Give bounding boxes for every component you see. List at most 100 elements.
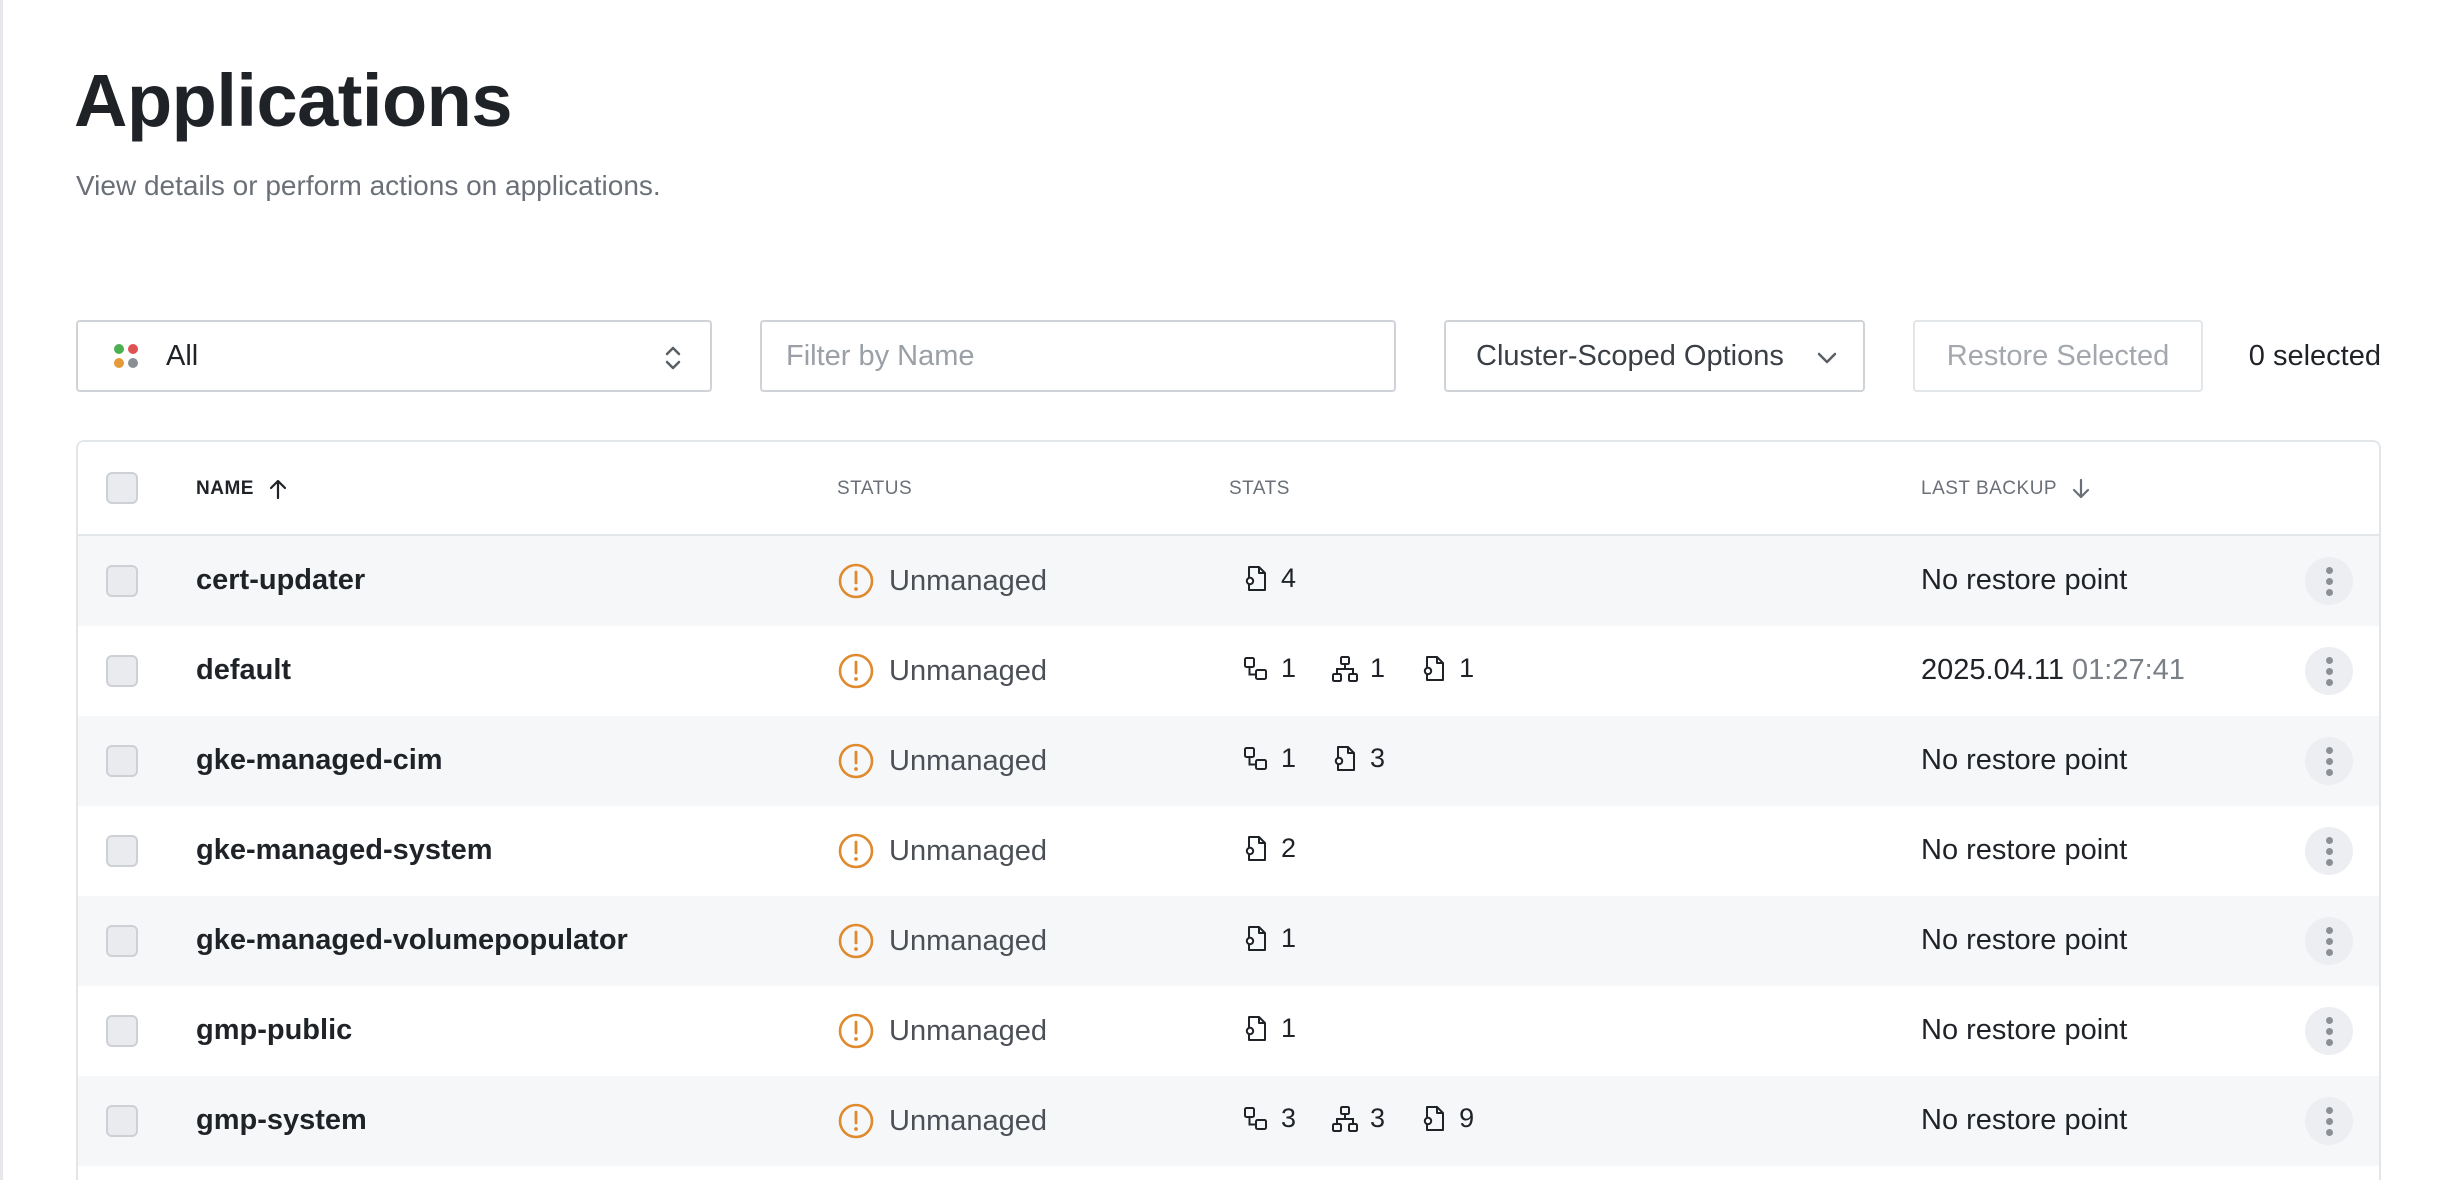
applications-page: Applications View details or perform act… [0, 0, 2450, 1180]
table-row[interactable]: cert-updater Unmanaged 4 No restore point [78, 536, 2379, 626]
stat-count: 1 [1281, 743, 1297, 773]
table-row[interactable]: gke-managed-cim Unmanaged 1 3 No restore poi… [78, 716, 2379, 806]
status-label: Unmanaged [889, 654, 1047, 687]
stat-item: 1 [1330, 653, 1385, 684]
warning-icon [838, 1103, 874, 1139]
stat-count: 3 [1370, 743, 1386, 773]
stat-count: 1 [1281, 653, 1297, 683]
column-header-stats: STATS [1229, 478, 1290, 500]
stat-count: 1 [1459, 653, 1475, 683]
stat-item: 3 [1330, 1103, 1385, 1134]
status-filter-select[interactable]: All [76, 320, 712, 392]
stat-item: 9 [1419, 1103, 1474, 1134]
applications-table: NAME STATUS STATS LAST BACKUP cert-updat… [76, 440, 2381, 1180]
table-row[interactable]: gke-managed-volumepopulator Unmanaged 1 No … [78, 896, 2379, 986]
stats-cell: 4 [1241, 563, 1330, 594]
cluster-scoped-options-button[interactable]: Cluster-Scoped Options [1444, 320, 1865, 392]
status-label: Unmanaged [889, 834, 1047, 867]
stat-item: 1 [1241, 923, 1296, 954]
table-row[interactable]: gmp-system Unmanaged 3 3 9 No restore point [78, 1076, 2379, 1166]
row-actions-kebab-icon[interactable] [2305, 557, 2353, 605]
status-label: Unmanaged [889, 924, 1047, 957]
row-checkbox[interactable] [106, 655, 138, 687]
application-name[interactable]: cert-updater [196, 564, 365, 597]
last-backup-cell: No restore point [1921, 834, 2127, 867]
row-checkbox[interactable] [106, 835, 138, 867]
stat-count: 3 [1370, 1103, 1386, 1133]
config-file-icon [1245, 925, 1266, 951]
stats-cell: 13 [1241, 743, 1419, 774]
stat-item: 1 [1241, 653, 1296, 684]
row-actions-kebab-icon[interactable] [2305, 737, 2353, 785]
sort-ascending-icon [269, 479, 287, 500]
toolbar: All Cluster-Scoped Options Restore Selec… [76, 320, 2381, 392]
row-checkbox[interactable] [106, 565, 138, 597]
last-backup-cell: No restore point [1921, 744, 2127, 777]
row-actions-kebab-icon[interactable] [2305, 1097, 2353, 1145]
config-file-icon [1245, 565, 1266, 591]
stat-count: 3 [1281, 1103, 1297, 1133]
column-header-last-backup[interactable]: LAST BACKUP [1921, 478, 2091, 500]
status-cell: Unmanaged [837, 652, 1047, 690]
column-header-last-backup-label: LAST BACKUP [1921, 478, 2058, 499]
status-label: Unmanaged [889, 1104, 1047, 1137]
warning-icon [838, 923, 874, 959]
last-backup-date: No restore point [1921, 924, 2128, 956]
stat-item: 1 [1241, 1013, 1296, 1044]
updown-caret-icon [665, 346, 681, 370]
stat-item: 2 [1241, 833, 1296, 864]
last-backup-date: No restore point [1921, 744, 2128, 776]
stat-count: 9 [1459, 1103, 1475, 1133]
last-backup-cell: No restore point [1921, 1014, 2127, 1047]
stat-item: 4 [1241, 563, 1296, 594]
row-actions-kebab-icon[interactable] [2305, 917, 2353, 965]
stat-item: 1 [1419, 653, 1474, 684]
last-backup-cell: 2025.04.11 01:27:41 [1921, 654, 2185, 687]
row-actions-kebab-icon[interactable] [2305, 827, 2353, 875]
config-file-icon [1423, 1105, 1445, 1131]
last-backup-date: No restore point [1921, 1104, 2128, 1136]
last-backup-cell: No restore point [1921, 1104, 2127, 1137]
row-checkbox[interactable] [106, 1105, 138, 1137]
application-name[interactable]: default [196, 654, 291, 687]
name-filter-input[interactable] [760, 320, 1396, 392]
status-cell: Unmanaged [837, 742, 1047, 780]
stat-item: 3 [1330, 743, 1385, 774]
warning-icon [838, 563, 874, 599]
application-name[interactable]: gke-managed-volumepopulator [196, 924, 628, 957]
row-checkbox[interactable] [106, 1015, 138, 1047]
restore-selected-button[interactable]: Restore Selected [1913, 320, 2203, 392]
warning-icon [838, 1013, 874, 1049]
status-dots-icon [108, 338, 144, 374]
workload-icon [1244, 746, 1267, 770]
stat-count: 1 [1370, 653, 1386, 683]
status-filter-value: All [166, 339, 199, 372]
status-cell: Unmanaged [837, 922, 1047, 960]
row-checkbox[interactable] [106, 745, 138, 777]
application-name[interactable]: gke-managed-system [196, 834, 493, 867]
stats-cell: 1 [1241, 1013, 1330, 1044]
row-actions-kebab-icon[interactable] [2305, 1007, 2353, 1055]
application-name[interactable]: gmp-system [196, 1104, 367, 1137]
table-row[interactable]: gke-managed-system Unmanaged 2 No restore p… [78, 806, 2379, 896]
column-header-status: STATUS [837, 478, 912, 500]
network-icon [1332, 655, 1359, 682]
application-name[interactable]: gke-managed-cim [196, 744, 443, 777]
table-header: NAME STATUS STATS LAST BACKUP [78, 442, 2379, 536]
last-backup-cell: No restore point [1921, 564, 2127, 597]
column-header-name[interactable]: NAME [196, 478, 288, 500]
stats-cell: 2 [1241, 833, 1330, 864]
chevron-down-icon [1817, 352, 1837, 364]
config-file-icon [1245, 1015, 1266, 1041]
status-label: Unmanaged [889, 564, 1047, 597]
select-all-checkbox[interactable] [106, 472, 138, 504]
table-row[interactable]: default Unmanaged 1 1 1 2025.04.11 01:27:41 [78, 626, 2379, 716]
stats-cell: 3 3 9 [1241, 1103, 1508, 1134]
table-row[interactable]: gmp-public Unmanaged 1 No restore point [78, 986, 2379, 1076]
status-cell: Unmanaged [837, 562, 1047, 600]
application-name[interactable]: gmp-public [196, 1014, 352, 1047]
row-checkbox[interactable] [106, 925, 138, 957]
stat-item: 3 [1241, 1103, 1296, 1134]
status-cell: Unmanaged [837, 1102, 1047, 1140]
row-actions-kebab-icon[interactable] [2305, 647, 2353, 695]
